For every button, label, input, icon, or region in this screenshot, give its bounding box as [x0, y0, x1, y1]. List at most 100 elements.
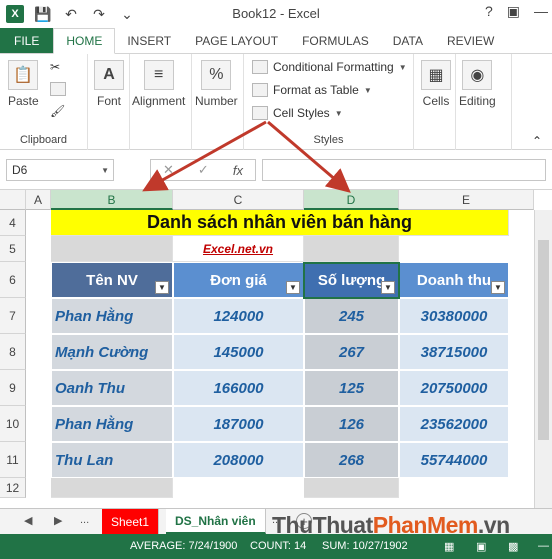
table-row-2-price[interactable]: 145000	[173, 334, 304, 370]
table-title[interactable]: Danh sách nhân viên bán hàng	[51, 210, 509, 236]
row-header-9[interactable]: 9	[0, 370, 26, 406]
paste-button[interactable]: 📋 Paste	[8, 60, 39, 108]
table-row-4-revenue[interactable]: 23562000	[399, 406, 509, 442]
table-row-5-revenue[interactable]: 55744000	[399, 442, 509, 478]
table-row-4-qty[interactable]: 126	[304, 406, 399, 442]
filter-dropdown-icon[interactable]: ▼	[286, 281, 300, 294]
tab-home[interactable]: HOME	[53, 28, 116, 54]
row-header-12[interactable]: 12	[0, 478, 26, 498]
table-row-1-revenue[interactable]: 30380000	[399, 298, 509, 334]
filter-dropdown-icon[interactable]: ▼	[491, 281, 505, 294]
table-row-4-name[interactable]: Phan Hằng	[51, 406, 173, 442]
editing-button[interactable]: ◉ Editing	[459, 60, 496, 108]
font-icon: A	[94, 60, 124, 90]
scissors-icon: ✂	[50, 60, 61, 74]
table-row-3-name[interactable]: Oanh Thu	[51, 370, 173, 406]
row-header-10[interactable]: 10	[0, 406, 26, 442]
filter-dropdown-icon[interactable]: ▼	[381, 281, 395, 294]
normal-view-icon[interactable]: ▦	[444, 540, 454, 553]
table-row-1-price[interactable]: 124000	[173, 298, 304, 334]
tab-page-layout[interactable]: PAGE LAYOUT	[183, 28, 290, 53]
number-button[interactable]: % Number	[195, 60, 238, 108]
table-row-4-price[interactable]: 187000	[173, 406, 304, 442]
font-button[interactable]: A Font	[94, 60, 124, 108]
enter-icon[interactable]: ✓	[198, 162, 209, 178]
row-header-6[interactable]: 6	[0, 262, 26, 298]
table-row-5-price[interactable]: 208000	[173, 442, 304, 478]
cell-b12[interactable]	[51, 478, 173, 498]
tab-review[interactable]: REVIEW	[435, 28, 506, 53]
cut-button[interactable]: ✂	[50, 60, 60, 74]
table-row-5-qty[interactable]: 268	[304, 442, 399, 478]
col-header-d[interactable]: D	[304, 190, 399, 210]
number-label: Number	[195, 94, 238, 108]
sheet-next-icon[interactable]: ▶	[54, 514, 62, 527]
group-clipboard: 📋 Paste ✂ 🖌 Clipboard	[0, 54, 88, 150]
row-header-8[interactable]: 8	[0, 334, 26, 370]
header-doanh-thu[interactable]: Doanh thu ▼	[399, 262, 509, 298]
group-alignment: ≡ Alignment	[130, 54, 192, 150]
table-row-2-revenue[interactable]: 38715000	[399, 334, 509, 370]
table-row-2-name[interactable]: Mạnh Cường	[51, 334, 173, 370]
formula-input[interactable]	[262, 159, 546, 181]
name-box[interactable]: D6 ▼	[6, 159, 114, 181]
format-table-icon	[252, 83, 268, 97]
cell-b5[interactable]	[51, 236, 173, 262]
chevron-down-icon: ▼	[363, 85, 372, 95]
cell-styles-button[interactable]: Cell Styles ▼	[252, 106, 343, 120]
ribbon-display-icon[interactable]: ▣	[507, 3, 520, 20]
format-painter-button[interactable]: 🖌	[50, 104, 65, 118]
filter-dropdown-icon[interactable]: ▼	[155, 281, 169, 294]
percent-icon: %	[201, 60, 232, 90]
table-row-1-qty[interactable]: 245	[304, 298, 399, 334]
sheet-tab-sheet1[interactable]: Sheet1	[102, 509, 160, 534]
cell-d12[interactable]	[304, 478, 399, 498]
col-header-e[interactable]: E	[399, 190, 534, 210]
alignment-label: Alignment	[132, 94, 186, 108]
help-icon[interactable]: ?	[485, 3, 493, 20]
tab-formulas[interactable]: FORMULAS	[290, 28, 381, 53]
cells-button[interactable]: ▦ Cells	[421, 60, 451, 108]
cancel-icon[interactable]: ✕	[163, 162, 174, 178]
table-row-1-name[interactable]: Phan Hằng	[51, 298, 173, 334]
row-header-7[interactable]: 7	[0, 298, 26, 334]
copy-button[interactable]	[50, 82, 66, 96]
page-layout-view-icon[interactable]: ▣	[476, 540, 486, 553]
alignment-button[interactable]: ≡ Alignment	[132, 60, 185, 108]
chevron-down-icon: ▼	[334, 108, 343, 118]
tab-data[interactable]: DATA	[381, 28, 435, 53]
header-so-luong[interactable]: Số lượng ▼	[304, 262, 399, 298]
row-header-4[interactable]: 4	[0, 210, 26, 236]
col-header-a[interactable]: A	[26, 190, 51, 210]
row-header-11[interactable]: 11	[0, 442, 26, 478]
tab-insert[interactable]: INSERT	[115, 28, 183, 53]
minimize-icon[interactable]: —	[534, 3, 548, 20]
select-all-corner[interactable]	[0, 190, 26, 210]
table-row-3-qty[interactable]: 125	[304, 370, 399, 406]
zoom-out-icon[interactable]: —	[538, 540, 549, 552]
header-label: Doanh thu	[416, 271, 492, 289]
vertical-scrollbar[interactable]	[534, 210, 552, 508]
col-header-b[interactable]: B	[51, 190, 173, 210]
sheet-tab-ds-nhan-vien[interactable]: DS_Nhân viên	[166, 509, 266, 534]
conditional-formatting-button[interactable]: Conditional Formatting ▼	[252, 60, 407, 74]
sheet-prev-icon[interactable]: ◀	[24, 514, 32, 527]
cell-d5[interactable]	[304, 236, 399, 262]
sheet-nav-more[interactable]: ...	[80, 514, 89, 526]
scroll-thumb[interactable]	[538, 240, 549, 440]
tab-file[interactable]: FILE	[0, 28, 54, 53]
table-subtitle[interactable]: Excel.net.vn	[173, 236, 304, 262]
table-row-2-qty[interactable]: 267	[304, 334, 399, 370]
format-as-table-button[interactable]: Format as Table ▼	[252, 83, 372, 97]
row-header-5[interactable]: 5	[0, 236, 26, 262]
collapse-ribbon-button[interactable]: ⌃	[532, 134, 542, 148]
insert-function-button[interactable]: fx	[233, 163, 243, 178]
table-row-5-name[interactable]: Thu Lan	[51, 442, 173, 478]
header-don-gia[interactable]: Đơn giá ▼	[173, 262, 304, 298]
binoculars-icon: ◉	[462, 60, 493, 90]
table-row-3-price[interactable]: 166000	[173, 370, 304, 406]
table-row-3-revenue[interactable]: 20750000	[399, 370, 509, 406]
header-ten-nv[interactable]: Tên NV ▼	[51, 262, 173, 298]
page-break-view-icon[interactable]: ▩	[508, 540, 518, 553]
col-header-c[interactable]: C	[173, 190, 304, 210]
